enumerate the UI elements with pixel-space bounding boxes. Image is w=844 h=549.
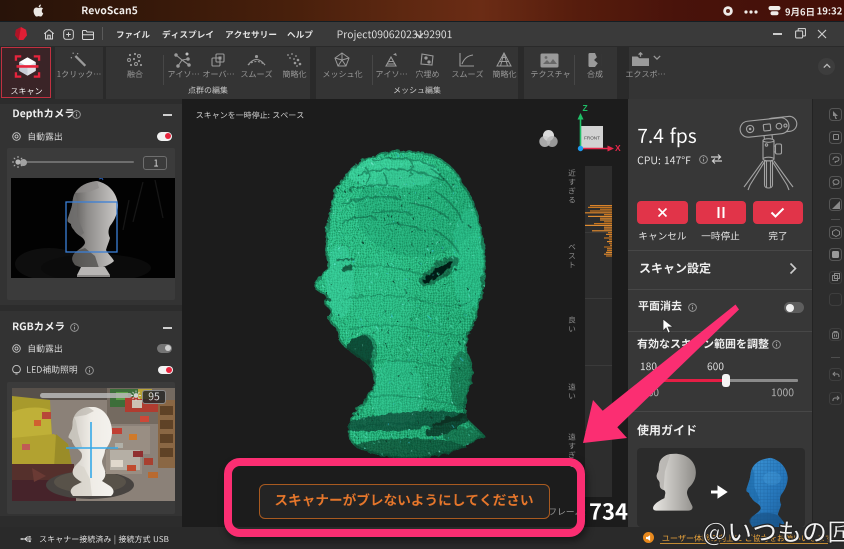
svg-text:Z: Z [583, 103, 588, 113]
svg-text:X: X [615, 143, 621, 153]
svg-text:FRONT: FRONT [584, 136, 600, 141]
